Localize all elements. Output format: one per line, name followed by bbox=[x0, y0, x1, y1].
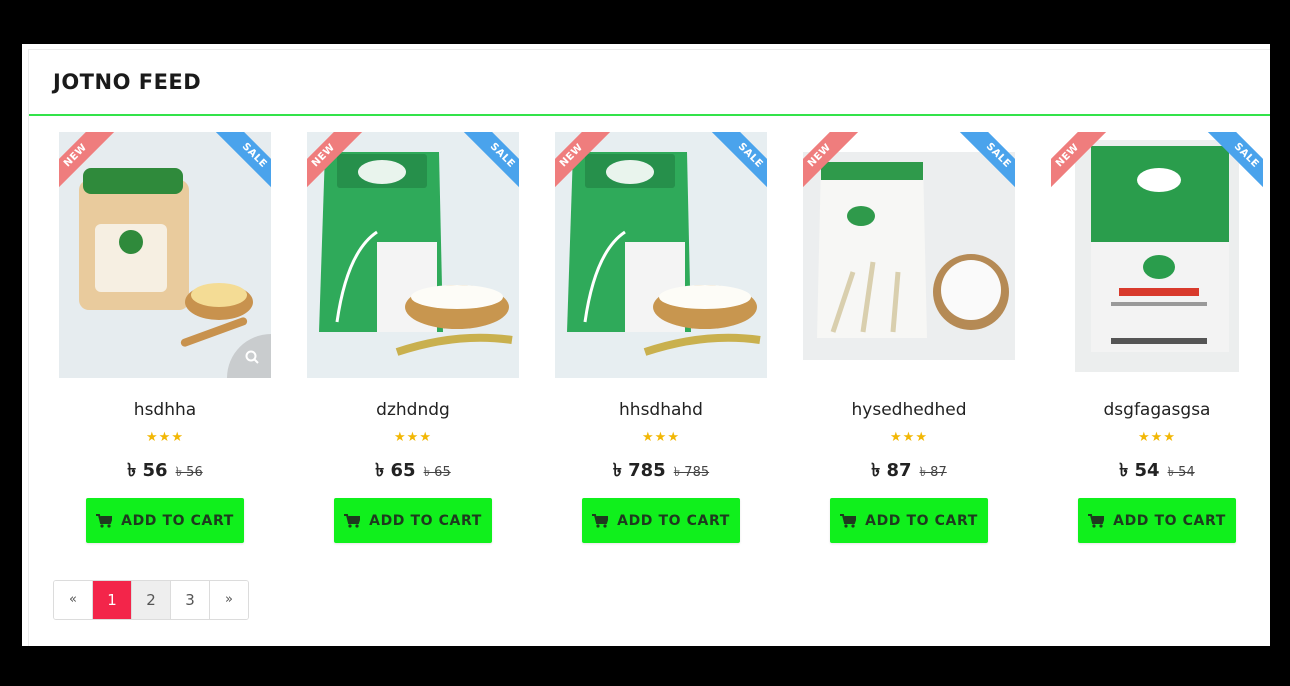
sale-ribbon: SALE bbox=[211, 132, 271, 192]
old-price: ৳ 65 bbox=[423, 465, 451, 480]
product-card: NEW SALE hysedhedhed ★★★ ৳ 87 ৳ 87 ADD TO… bbox=[803, 132, 1015, 550]
current-price: ৳ 54 bbox=[1119, 460, 1160, 481]
cart-icon bbox=[1088, 513, 1105, 528]
pagination-next[interactable]: » bbox=[210, 581, 248, 619]
new-ribbon: NEW bbox=[1051, 132, 1111, 192]
section-header: JOTNO FEED bbox=[29, 50, 1270, 116]
cart-icon bbox=[592, 513, 609, 528]
product-price: ৳ 65 ৳ 65 bbox=[307, 456, 519, 487]
product-price: ৳ 785 ৳ 785 bbox=[555, 456, 767, 487]
add-to-cart-button[interactable]: ADD TO CART bbox=[1078, 498, 1236, 543]
current-price: ৳ 87 bbox=[871, 460, 912, 481]
new-ribbon: NEW bbox=[555, 132, 615, 192]
pagination: « 1 2 3 » bbox=[53, 580, 249, 620]
rating-stars: ★★★ bbox=[890, 429, 928, 444]
pagination-prev[interactable]: « bbox=[54, 581, 93, 619]
pagination-page-3[interactable]: 3 bbox=[171, 581, 210, 619]
add-to-cart-button[interactable]: ADD TO CART bbox=[334, 498, 492, 543]
new-ribbon: NEW bbox=[307, 132, 367, 192]
old-price: ৳ 54 bbox=[1167, 465, 1195, 480]
product-card: NEW SALE hsdhha ★★★ ৳ 56 ৳ 56 ADD TO CART bbox=[59, 132, 271, 550]
product-name[interactable]: dzhdndg bbox=[307, 400, 519, 420]
add-to-cart-label: ADD TO CART bbox=[369, 512, 482, 529]
add-to-cart-button[interactable]: ADD TO CART bbox=[86, 498, 244, 543]
product-name[interactable]: hsdhha bbox=[59, 400, 271, 420]
current-price: ৳ 56 bbox=[127, 460, 168, 481]
sale-ribbon: SALE bbox=[955, 132, 1015, 192]
cart-icon bbox=[840, 513, 857, 528]
pagination-page-2[interactable]: 2 bbox=[132, 581, 171, 619]
cart-icon bbox=[96, 513, 113, 528]
add-to-cart-label: ADD TO CART bbox=[1113, 512, 1226, 529]
add-to-cart-label: ADD TO CART bbox=[865, 512, 978, 529]
cart-icon bbox=[344, 513, 361, 528]
sale-ribbon: SALE bbox=[459, 132, 519, 192]
rating-stars: ★★★ bbox=[394, 429, 432, 444]
old-price: ৳ 87 bbox=[919, 465, 947, 480]
product-name[interactable]: hysedhedhed bbox=[803, 400, 1015, 420]
product-name[interactable]: dsgfagasgsa bbox=[1051, 400, 1263, 420]
old-price: ৳ 785 bbox=[673, 465, 710, 480]
sale-ribbon: SALE bbox=[1203, 132, 1263, 192]
product-price: ৳ 87 ৳ 87 bbox=[803, 456, 1015, 487]
new-ribbon: NEW bbox=[803, 132, 863, 192]
pagination-page-1[interactable]: 1 bbox=[93, 581, 132, 619]
search-icon bbox=[245, 350, 259, 364]
current-price: ৳ 65 bbox=[375, 460, 416, 481]
sale-ribbon: SALE bbox=[707, 132, 767, 192]
add-to-cart-button[interactable]: ADD TO CART bbox=[830, 498, 988, 543]
product-price: ৳ 56 ৳ 56 bbox=[59, 456, 271, 487]
rating-stars: ★★★ bbox=[146, 429, 184, 444]
product-price: ৳ 54 ৳ 54 bbox=[1051, 456, 1263, 487]
rating-stars: ★★★ bbox=[642, 429, 680, 444]
product-card: NEW SALE hhsdhahd ★★★ ৳ 785 ৳ 785 ADD TO … bbox=[555, 132, 767, 550]
old-price: ৳ 56 bbox=[175, 465, 203, 480]
new-ribbon: NEW bbox=[59, 132, 119, 192]
product-card: NEW SALE dsgfagasgsa ★★★ ৳ 54 ৳ 54 ADD TO… bbox=[1051, 132, 1263, 550]
product-name[interactable]: hhsdhahd bbox=[555, 400, 767, 420]
add-to-cart-label: ADD TO CART bbox=[121, 512, 234, 529]
current-price: ৳ 785 bbox=[612, 460, 666, 481]
product-card: NEW SALE dzhdndg ★★★ ৳ 65 ৳ 65 ADD TO CAR… bbox=[307, 132, 519, 550]
add-to-cart-label: ADD TO CART bbox=[617, 512, 730, 529]
add-to-cart-button[interactable]: ADD TO CART bbox=[582, 498, 740, 543]
product-section-panel: JOTNO FEED NEW SALE hsdhha ★★★ ৳ 56 ৳ 56 bbox=[22, 44, 1270, 646]
section-title: JOTNO FEED bbox=[53, 70, 202, 94]
rating-stars: ★★★ bbox=[1138, 429, 1176, 444]
